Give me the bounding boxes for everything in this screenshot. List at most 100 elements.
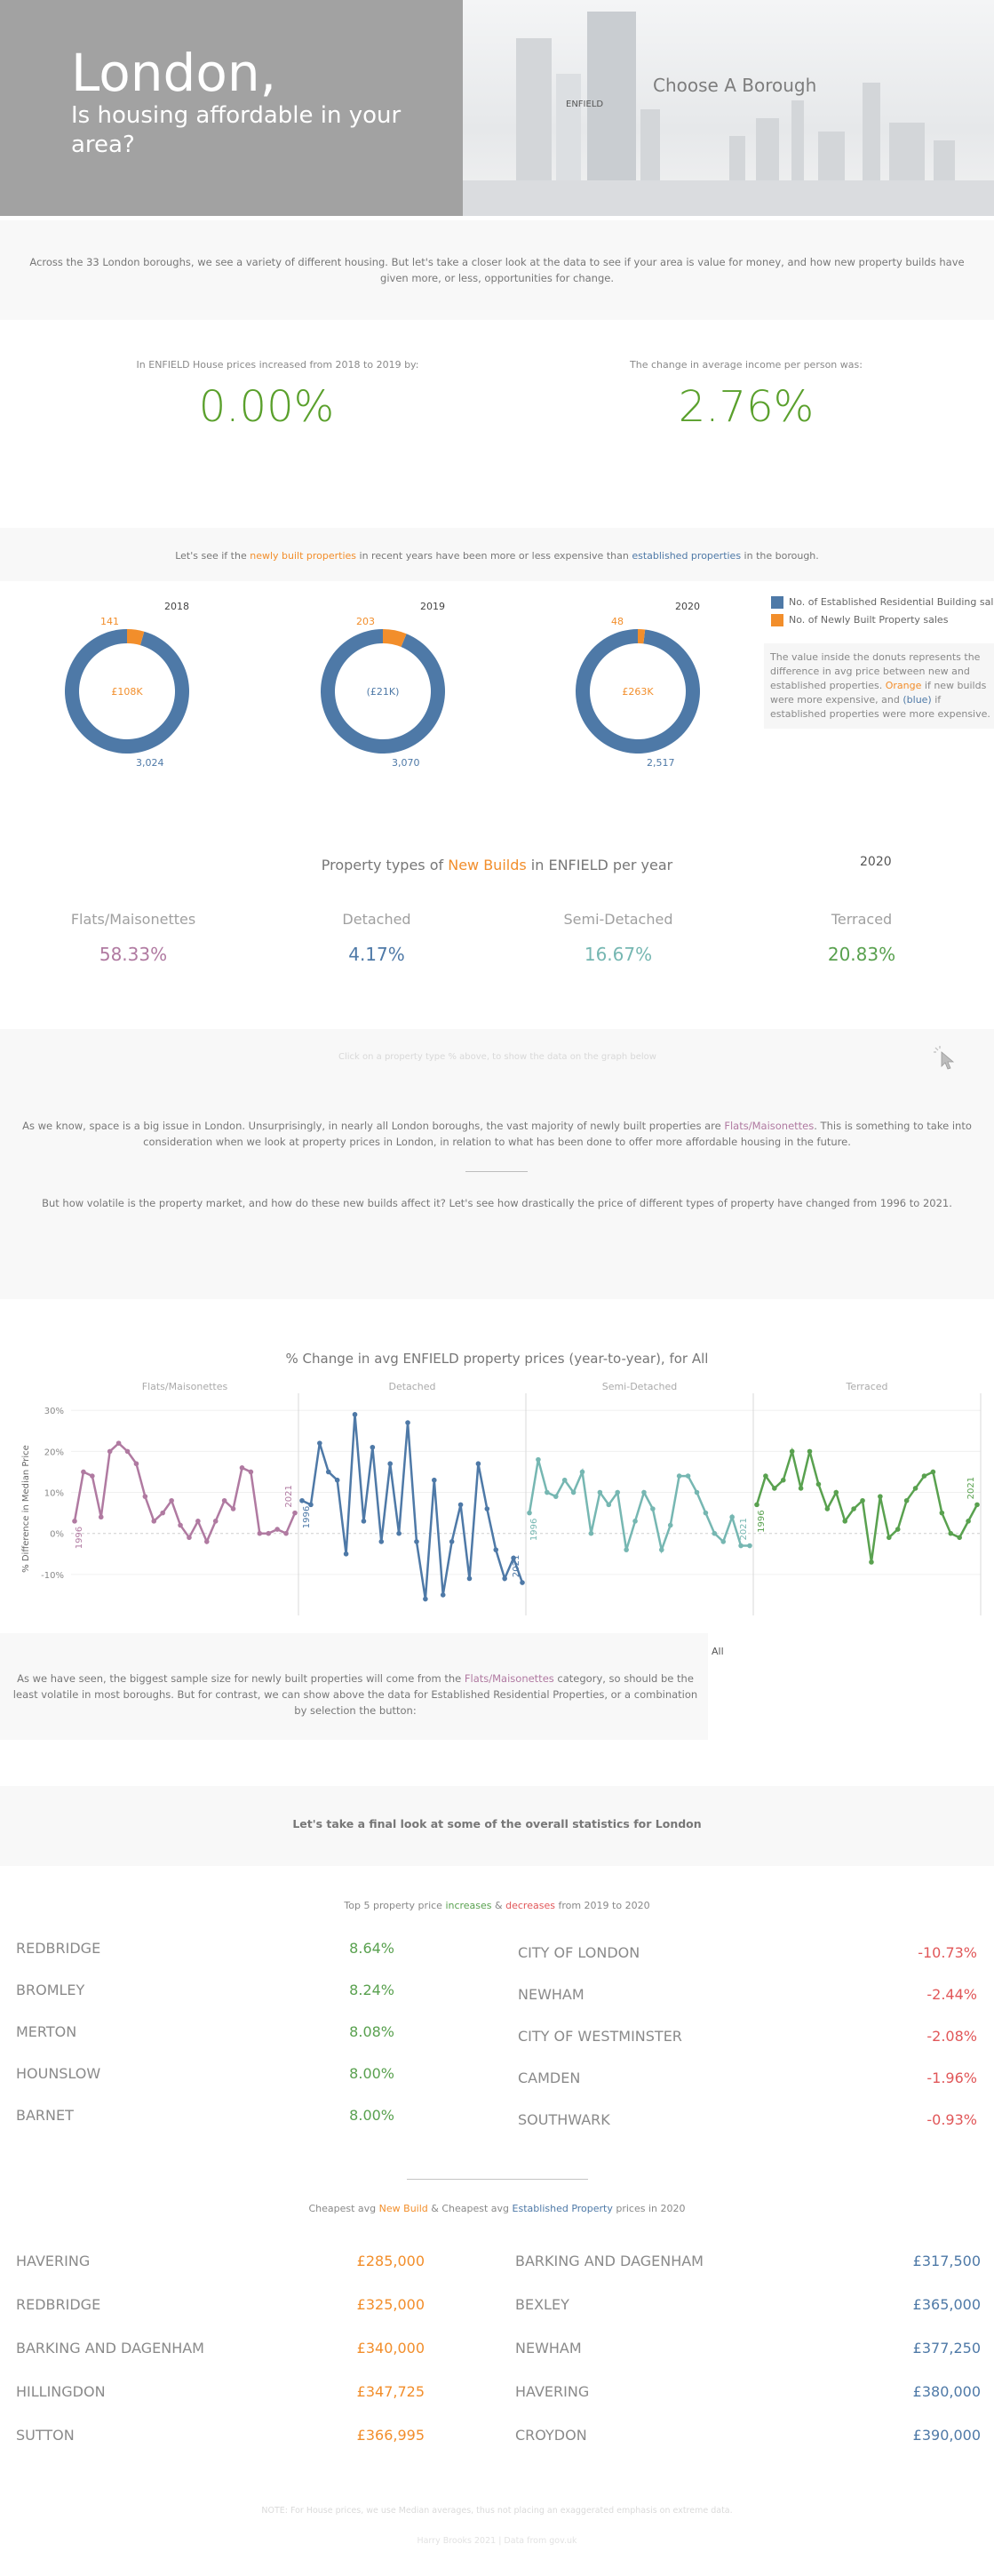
series-line[interactable] [528,1459,750,1554]
data-point[interactable] [299,1497,305,1503]
type-semi-value[interactable]: 16.67% [503,944,734,965]
data-point[interactable] [824,1506,831,1511]
type-detached-label[interactable]: Detached [261,911,492,928]
data-point[interactable] [187,1535,192,1541]
data-point[interactable] [588,1530,594,1536]
data-point[interactable] [151,1519,157,1524]
data-point[interactable] [747,1543,752,1549]
data-point[interactable] [667,1522,673,1528]
data-point[interactable] [763,1473,768,1479]
data-point[interactable] [423,1596,428,1602]
donut-charts[interactable]: 2018 141 3,024 £108K 2019 203 3,070 (£21K) 2020 4… [0,586,764,782]
data-point[interactable] [440,1592,446,1598]
data-point[interactable] [738,1543,744,1549]
borough-selected-label[interactable]: ENFIELD [566,100,603,109]
data-point[interactable] [966,1519,971,1524]
data-point[interactable] [266,1530,272,1536]
data-point[interactable] [632,1519,638,1524]
data-point[interactable] [754,1502,759,1508]
data-point[interactable] [815,1481,822,1487]
data-point[interactable] [720,1539,727,1544]
data-point[interactable] [921,1473,927,1479]
data-point[interactable] [676,1473,682,1479]
data-point[interactable] [948,1530,954,1536]
data-point[interactable] [887,1535,892,1541]
data-point[interactable] [694,1489,700,1495]
data-point[interactable] [860,1497,865,1503]
data-point[interactable] [895,1527,901,1532]
data-point[interactable] [107,1448,113,1455]
type-semi-label[interactable]: Semi-Detached [503,911,734,928]
data-point[interactable] [361,1519,367,1524]
data-point[interactable] [912,1486,918,1491]
data-point[interactable] [230,1506,236,1511]
data-point[interactable] [405,1420,410,1425]
data-point[interactable] [334,1477,340,1483]
data-point[interactable] [545,1489,550,1495]
data-point[interactable] [257,1530,263,1536]
data-point[interactable] [502,1575,507,1582]
data-point[interactable] [712,1530,718,1536]
type-flats-label[interactable]: Flats/Maisonettes [18,911,249,928]
data-point[interactable] [624,1547,629,1552]
data-point[interactable] [283,1530,289,1536]
type-flats-value[interactable]: 58.33% [18,944,249,965]
data-point[interactable] [957,1535,962,1541]
data-point[interactable] [842,1519,847,1524]
data-point[interactable] [561,1477,568,1483]
data-point[interactable] [212,1519,219,1524]
data-point[interactable] [833,1489,839,1495]
data-point[interactable] [798,1486,804,1491]
data-point[interactable] [520,1580,525,1585]
data-point[interactable] [772,1486,777,1491]
data-point[interactable] [685,1473,691,1479]
data-point[interactable] [387,1461,394,1467]
data-point[interactable] [239,1465,245,1471]
data-point[interactable] [851,1506,856,1511]
data-point[interactable] [169,1497,174,1503]
data-point[interactable] [475,1461,481,1467]
data-point[interactable] [527,1510,532,1516]
data-point[interactable] [292,1510,298,1516]
data-point[interactable] [807,1448,813,1455]
data-point[interactable] [124,1448,131,1455]
data-point[interactable] [325,1469,331,1475]
data-point[interactable] [615,1489,620,1495]
data-point[interactable] [659,1547,664,1552]
data-point[interactable] [974,1502,980,1508]
data-point[interactable] [370,1444,376,1450]
data-point[interactable] [178,1522,183,1528]
data-point[interactable] [195,1519,201,1524]
data-point[interactable] [133,1461,139,1467]
data-point[interactable] [115,1440,122,1446]
data-point[interactable] [414,1539,419,1544]
data-point[interactable] [903,1497,910,1503]
data-point[interactable] [98,1514,104,1520]
data-point[interactable] [81,1469,86,1475]
data-point[interactable] [457,1502,464,1508]
data-point[interactable] [930,1469,936,1475]
data-point[interactable] [650,1506,656,1511]
price-change-line-chart[interactable]: % Difference in Median Price 30% 20% 10% 0% -… [0,1376,994,1624]
choose-borough-heading[interactable]: Choose A Borough [653,75,816,96]
data-point[interactable] [553,1494,559,1499]
data-point[interactable] [878,1494,883,1499]
data-point[interactable] [780,1477,786,1483]
data-point[interactable] [939,1510,945,1516]
data-point[interactable] [579,1469,585,1475]
data-point[interactable] [142,1494,148,1499]
data-point[interactable] [729,1514,735,1520]
data-point[interactable] [570,1489,577,1495]
data-point[interactable] [378,1539,385,1544]
data-point[interactable] [160,1510,165,1516]
data-point[interactable] [493,1547,499,1552]
year-selector[interactable]: 2020 [860,855,892,869]
data-point[interactable] [221,1497,227,1503]
all-filter-button[interactable]: All [712,1646,724,1657]
data-point[interactable] [317,1440,322,1446]
data-point[interactable] [248,1469,254,1475]
data-point[interactable] [869,1559,874,1565]
data-point[interactable] [597,1489,603,1495]
data-point[interactable] [789,1448,795,1455]
data-point[interactable] [396,1530,402,1536]
